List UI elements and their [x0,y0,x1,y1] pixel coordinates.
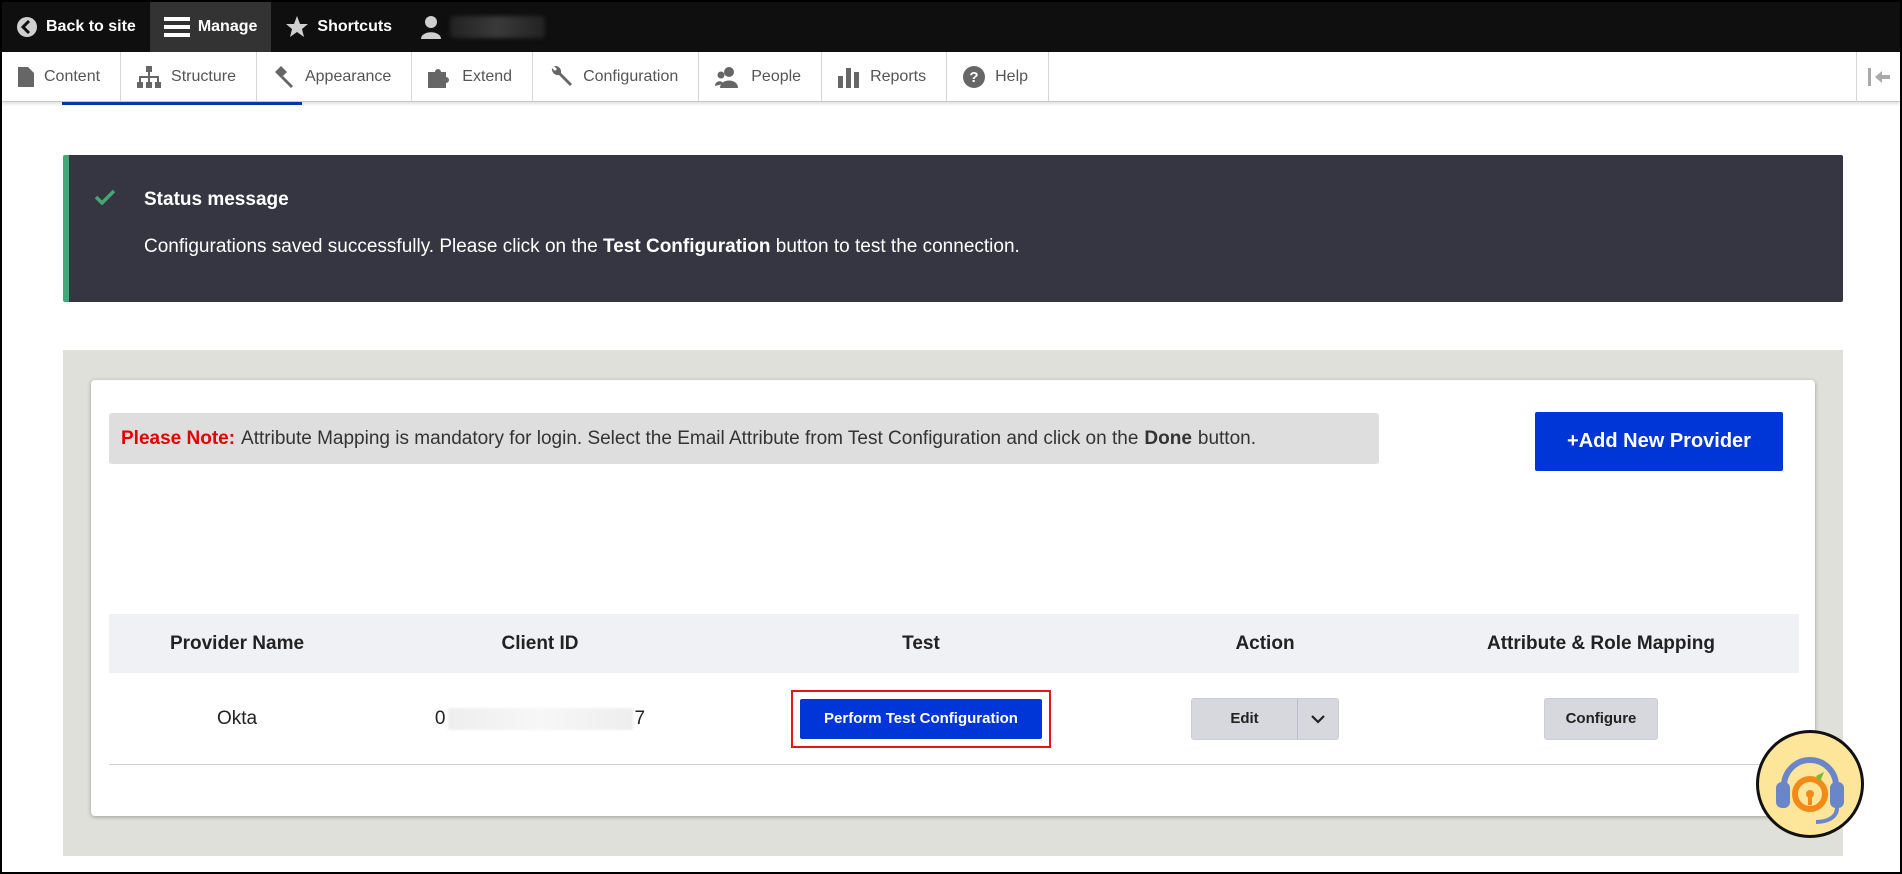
test-cell: Perform Test Configuration [715,689,1127,748]
people-icon [715,66,739,88]
client-id-cell: 0 7 [365,707,715,730]
headset-support-icon [1776,757,1844,824]
support-chat-button[interactable] [1756,730,1864,838]
client-id-end: 7 [634,707,646,729]
status-message: Status message Configurations saved succ… [63,155,1843,302]
providers-table: Provider Name Client ID Test Action Attr… [109,614,1799,765]
mapping-cell: Configure [1403,697,1799,740]
tray-item-help[interactable]: ? Help [947,52,1050,101]
add-new-provider-button[interactable]: +Add New Provider [1535,412,1783,471]
tray-item-label: Structure [171,67,236,85]
header-attribute-role-mapping: Attribute & Role Mapping [1487,632,1715,654]
tray-item-configuration[interactable]: Configuration [533,52,700,101]
hamburger-icon [163,17,190,37]
tray-item-label: Configuration [583,67,679,85]
provider-name-cell: Okta [216,707,258,729]
user-icon [421,16,442,39]
attribute-mapping-note: Please Note: Attribute Mapping is mandat… [109,413,1379,464]
tray-item-label: Extend [462,67,513,85]
manage-label: Manage [197,18,258,35]
tray-item-label: Content [44,67,101,85]
tray-item-label: Reports [870,67,927,85]
back-arrow-icon [17,17,37,37]
highlight-outline: Perform Test Configuration [791,689,1051,748]
file-icon [18,66,34,87]
header-provider-name: Provider Name [169,632,305,654]
edit-dropbutton: Edit [1191,697,1339,740]
tray-item-reports[interactable]: Reports [822,52,948,101]
sitemap-icon [137,65,162,88]
edit-button[interactable]: Edit [1192,698,1298,739]
collapse-arrow-icon [1867,68,1890,86]
client-id-redacted [447,707,633,730]
status-text-bold: Test Configuration [603,236,771,257]
configure-button[interactable]: Configure [1544,697,1658,740]
back-to-site-label: Back to site [46,18,136,35]
note-text-after: button. [1197,427,1256,449]
chevron-down-icon [1311,714,1325,724]
perform-test-configuration-button[interactable]: Perform Test Configuration [800,698,1042,739]
tray-item-content[interactable]: Content [2,52,122,101]
user-tab[interactable] [406,2,559,52]
header-client-id: Client ID [501,632,579,654]
puzzle-icon [428,68,450,88]
status-title: Status message [144,189,289,210]
tray-item-label: Appearance [304,67,392,85]
tray-item-label: People [751,67,802,85]
header-action: Action [1235,632,1295,654]
manage-tab[interactable]: Manage [149,2,272,52]
table-row: Okta 0 7 Perform Test Configuration Edit [109,673,1799,765]
help-icon: ? [963,65,986,88]
paintbrush-icon [274,65,293,88]
svg-text:?: ? [970,69,979,86]
status-text-before: Configurations saved successfully. Pleas… [144,236,598,257]
checkmark-icon [95,189,115,205]
shortcuts-label: Shortcuts [317,18,393,35]
tray-item-label: Help [995,67,1029,85]
content-region: Please Note: Attribute Mapping is mandat… [63,350,1843,856]
note-label: Please Note: [121,427,236,449]
admin-tray: Content Structure Appearance Extend Conf… [2,52,1900,102]
admin-toolbar: Back to site Manage Shortcuts [2,2,1900,52]
tray-item-people[interactable]: People [699,52,823,101]
tray-item-appearance[interactable]: Appearance [257,52,413,101]
bar-chart-icon [838,67,860,88]
header-test: Test [902,632,940,654]
action-cell: Edit [1127,697,1403,740]
tray-item-structure[interactable]: Structure [121,52,257,101]
providers-card: Please Note: Attribute Mapping is mandat… [91,380,1815,816]
tray-orientation-toggle[interactable] [1856,52,1900,102]
shortcuts-tab[interactable]: Shortcuts [271,2,406,52]
star-icon [286,16,309,37]
back-to-site-link[interactable]: Back to site [2,2,150,52]
note-text-before: Attribute Mapping is mandatory for login… [241,427,1139,449]
table-header-row: Provider Name Client ID Test Action Attr… [109,614,1799,673]
client-id-start: 0 [434,707,446,729]
active-tab-indicator [62,102,302,105]
note-text-bold: Done [1144,427,1192,449]
user-name-redacted [450,16,546,38]
tray-item-extend[interactable]: Extend [412,52,534,101]
status-body: Configurations saved successfully. Pleas… [144,236,1020,258]
wrench-icon [552,65,573,86]
status-text-after: button to test the connection. [775,236,1020,257]
dropdown-toggle[interactable] [1298,698,1338,739]
